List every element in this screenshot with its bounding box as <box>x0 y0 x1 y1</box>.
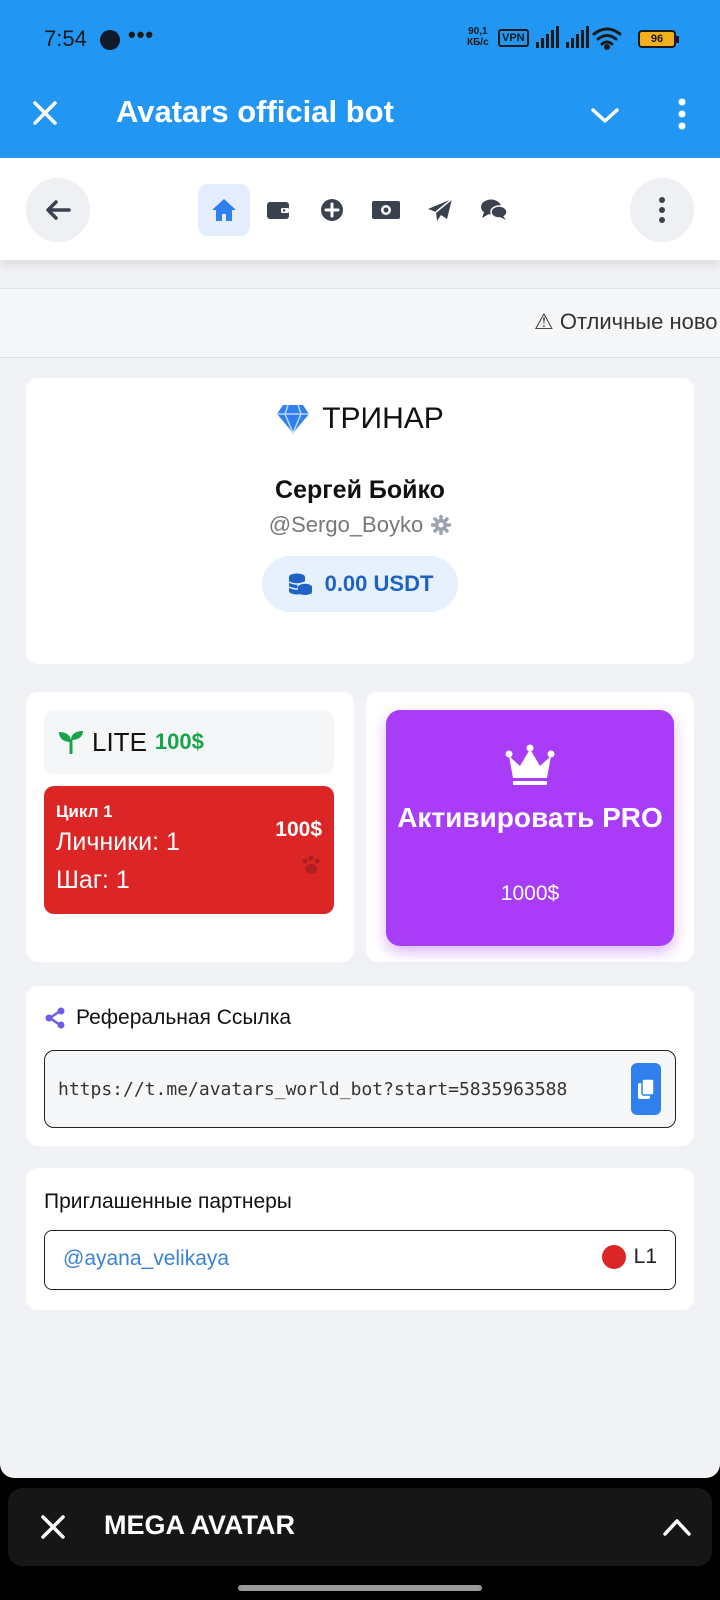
tab-send[interactable] <box>414 184 466 236</box>
cycle-step: Шаг: 1 <box>56 866 130 894</box>
signal-icon-2 <box>566 26 589 48</box>
news-ticker: ⚠ Отличные ново <box>0 288 720 358</box>
more-options-button[interactable] <box>630 178 694 242</box>
tab-home[interactable] <box>198 184 250 236</box>
tab-money[interactable] <box>360 184 412 236</box>
wallet-icon <box>267 202 289 219</box>
user-name: Сергей Бойко <box>275 476 445 504</box>
network-speed-unit: КБ/с <box>467 37 489 48</box>
home-icon <box>212 199 236 221</box>
profile-card: ТРИНАР Сергей Бойко @Sergo_Boyko 0.00 US… <box>26 378 694 664</box>
app-navbar <box>0 158 720 260</box>
telegram-header: Avatars official bot <box>0 80 720 158</box>
crown-icon <box>505 744 555 785</box>
gear-icon[interactable] <box>431 515 452 535</box>
send-icon <box>428 198 453 221</box>
referral-card: Реферальная Ссылка https://t.me/avatars_… <box>26 986 694 1146</box>
level-status-dot <box>601 1245 626 1269</box>
notification-dot-icon <box>100 30 120 50</box>
signal-icon <box>536 26 559 48</box>
pro-price: 1000$ <box>500 882 560 905</box>
close-icon[interactable] <box>28 96 62 130</box>
chevron-down-icon[interactable] <box>588 102 622 128</box>
user-handle-row: @Sergo_Boyko <box>26 512 694 538</box>
mini-app-bar[interactable]: MEGA AVATAR <box>8 1488 712 1566</box>
home-indicator[interactable] <box>238 1585 482 1591</box>
cycle-status-box: Цикл 1 Личники: 1 Шаг: 1 100$ <box>44 786 334 914</box>
referral-link[interactable]: https://t.me/avatars_world_bot?start=583… <box>58 1079 567 1100</box>
partners-title: Приглашенные партнеры <box>44 1190 292 1213</box>
signal-wifi-icons <box>536 26 622 50</box>
vertical-dots-icon <box>659 197 665 223</box>
activate-pro-button[interactable]: Активировать PRO 1000$ <box>386 710 674 946</box>
partner-username[interactable]: @ayana_velikaya <box>63 1247 229 1271</box>
bot-title: Avatars official bot <box>116 94 394 129</box>
rank-badge: ТРИНАР <box>26 402 694 436</box>
webapp-content: ⚠ Отличные ново ТРИНАР Сергей Бойко @Ser… <box>0 158 720 1478</box>
tab-wallet[interactable] <box>252 184 304 236</box>
referral-header: Реферальная Ссылка <box>44 1006 291 1030</box>
cycle-amount: 100$ <box>275 818 322 841</box>
lite-plan-name: LITE <box>92 726 147 757</box>
chat-icon <box>481 199 508 220</box>
news-ticker-text: ⚠ Отличные ново <box>534 309 718 334</box>
seedling-icon <box>59 731 83 754</box>
arrow-left-icon <box>46 200 71 220</box>
partner-level-label: L1 <box>633 1245 657 1268</box>
list-item[interactable]: @ayana_velikaya L1 <box>44 1230 676 1290</box>
balance-amount: 0.00 USDT <box>324 571 434 596</box>
cycle-title: Цикл 1 <box>56 802 113 821</box>
mini-app-title: MEGA AVATAR <box>104 1510 295 1540</box>
menu-dots-icon[interactable] <box>670 96 694 132</box>
chevron-up-icon[interactable] <box>662 1516 692 1538</box>
tab-chat[interactable] <box>468 184 520 236</box>
vpn-icon: VPN <box>498 29 529 47</box>
lite-plan-price: 100$ <box>154 729 204 754</box>
copy-link-button[interactable] <box>631 1063 661 1115</box>
close-icon[interactable] <box>38 1512 68 1542</box>
status-time: 7:54 <box>44 26 87 51</box>
coins-icon <box>288 573 313 595</box>
diamond-icon <box>277 404 310 434</box>
lite-plan-card: LITE 100$ Цикл 1 Личники: 1 Шаг: 1 100$ <box>26 692 354 962</box>
back-button[interactable] <box>26 178 90 242</box>
plus-circle-icon <box>321 199 343 221</box>
partner-level: L1 <box>601 1245 657 1269</box>
activate-pro-label: Активировать PRO <box>397 802 663 833</box>
battery-icon: 96 <box>638 30 679 48</box>
copy-icon <box>638 1078 655 1099</box>
more-notifications-icon: ••• <box>128 22 155 47</box>
rank-label: ТРИНАР <box>322 402 444 435</box>
share-icon <box>45 1007 65 1029</box>
wifi-icon <box>592 27 622 50</box>
balance-pill: 0.00 USDT <box>262 556 458 612</box>
paw-icon <box>302 855 320 874</box>
lite-plan-header: LITE 100$ <box>44 710 334 774</box>
cycle-personal-count: Личники: 1 <box>56 828 180 856</box>
tab-add[interactable] <box>306 184 358 236</box>
invited-partners-card: Приглашенные партнеры @ayana_velikaya L1 <box>26 1168 694 1310</box>
money-icon <box>372 201 400 219</box>
pro-plan-card: Активировать PRO 1000$ <box>366 692 694 962</box>
network-speed-value: 90,1 <box>468 26 488 37</box>
referral-link-field[interactable]: https://t.me/avatars_world_bot?start=583… <box>44 1050 676 1128</box>
user-handle: @Sergo_Boyko <box>268 512 424 537</box>
status-bar: 7:54 ••• 90,1 КБ/с VPN 96 <box>0 0 720 80</box>
referral-title: Реферальная Ссылка <box>76 1006 292 1029</box>
network-speed: 90,1 КБ/с <box>467 26 489 48</box>
